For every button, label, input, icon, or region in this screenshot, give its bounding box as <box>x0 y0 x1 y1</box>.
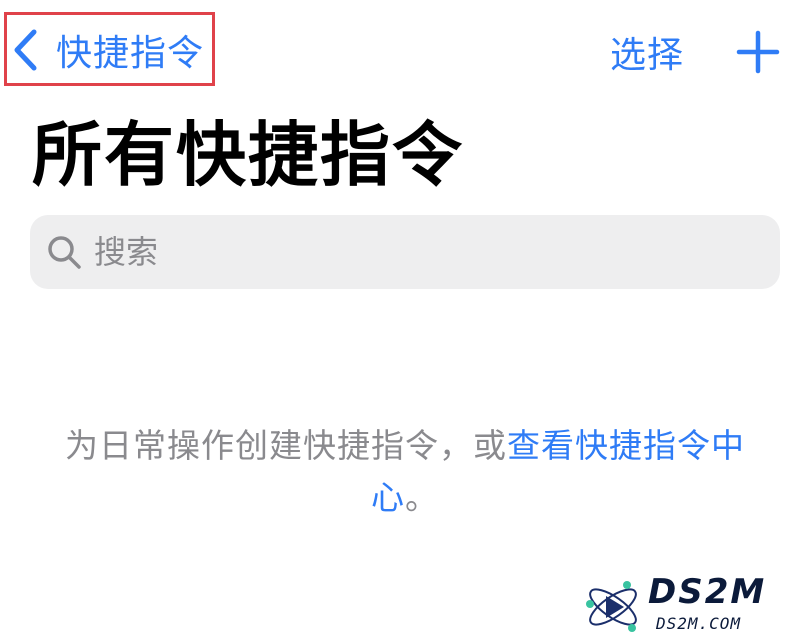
search-bar[interactable] <box>30 215 780 289</box>
empty-state-text: 为日常操作创建快捷指令，或 <box>65 426 507 465</box>
back-button-label: 快捷指令 <box>56 33 205 74</box>
watermark-subtitle: DS2M.COM <box>656 614 742 633</box>
page-title: 所有快捷指令 <box>32 114 464 196</box>
watermark-title: DS2M <box>648 572 767 612</box>
shortcuts-screen: 快捷指令 选择 所有快捷指令 为日常操作创建快捷指令，或查看快捷指令中心。 <box>0 0 805 644</box>
empty-state-message: 为日常操作创建快捷指令，或查看快捷指令中心。 <box>40 420 770 524</box>
atom-logo-icon <box>586 581 637 632</box>
chevron-left-icon <box>12 26 46 74</box>
plus-icon <box>736 30 780 74</box>
empty-state-suffix: 。 <box>405 478 439 517</box>
select-button[interactable]: 选择 <box>610 26 684 78</box>
back-button[interactable]: 快捷指令 <box>12 22 204 78</box>
watermark: DS2M DS2M.COM <box>582 572 797 640</box>
search-icon <box>44 232 84 272</box>
search-input[interactable] <box>94 233 694 271</box>
add-shortcut-button[interactable] <box>736 30 780 74</box>
